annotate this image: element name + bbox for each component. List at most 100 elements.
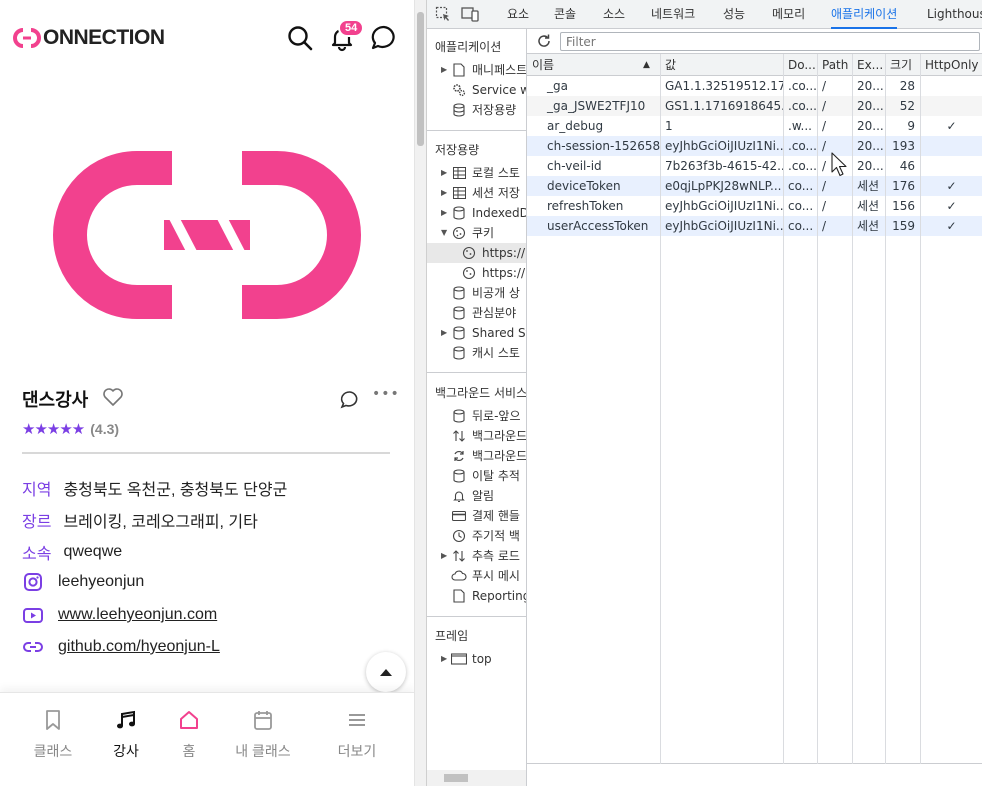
- sidebar-item-cache-storage[interactable]: 캐시 스토: [441, 343, 520, 363]
- sidebar-item-indexeddb[interactable]: ▶ IndexedD: [441, 203, 526, 223]
- bottom-nav: 클래스 강사 홈 내 클래스 더보기: [0, 692, 414, 786]
- sidebar-item-cookies[interactable]: ▼ 쿠키: [441, 223, 494, 243]
- sidebar-item-label: 푸시 메시: [472, 569, 520, 583]
- cell-name: _ga: [547, 79, 568, 93]
- nav-item-instructor[interactable]: 강사: [91, 707, 161, 761]
- sidebar-item-label: Shared St: [472, 326, 527, 340]
- sidebar-horizontal-scrollbar[interactable]: [427, 770, 526, 786]
- sidebar-item-speculative-loads[interactable]: ▶ 추측 로드: [441, 546, 520, 566]
- cell-httponly: [920, 156, 982, 176]
- filter-input[interactable]: [560, 32, 980, 51]
- sidebar-item-frame-top[interactable]: ▶ top: [441, 649, 492, 669]
- tab-application[interactable]: 애플리케이션: [831, 0, 898, 29]
- cell-expires: 20...: [857, 139, 884, 153]
- tab-network[interactable]: 네트워크: [651, 0, 695, 29]
- cookies-toolbar: [527, 29, 982, 54]
- sidebar-item-label: 뒤로-앞으: [472, 409, 521, 423]
- cell-httponly: ✓: [946, 119, 957, 133]
- brand-logo[interactable]: ONNECTION: [12, 26, 165, 50]
- devtools-tab-bar: 요소 콘솔 소스 네트워크 성능 메모리 애플리케이션 Lighthouse: [427, 0, 982, 29]
- sidebar-item-shared-storage[interactable]: ▶ Shared St: [441, 323, 527, 343]
- sidebar-item-background-fetch[interactable]: 백그라운드: [441, 426, 527, 446]
- sidebar-item-periodic-background-sync[interactable]: 주기적 백: [441, 526, 520, 546]
- sidebar-item-reporting-api[interactable]: Reporting: [441, 586, 526, 606]
- app-scrollbar[interactable]: [414, 0, 426, 786]
- sidebar-item-session-storage[interactable]: ▶ 세션 저장: [441, 183, 520, 203]
- cell-httponly: ✓: [946, 199, 957, 213]
- app-header: ONNECTION 54: [0, 0, 414, 78]
- sidebar-item-label: Service w: [472, 83, 527, 97]
- tab-memory[interactable]: 메모리: [772, 0, 805, 29]
- nav-item-more[interactable]: 더보기: [322, 707, 392, 761]
- cell-value: eyJhbGciOiJIUzI1Ni...: [665, 219, 783, 233]
- bookmark-icon: [18, 707, 88, 733]
- sidebar-item-label: 백그라운드: [472, 429, 527, 443]
- cookie-icon: [461, 265, 477, 281]
- tab-console[interactable]: 콘솔: [554, 0, 576, 29]
- cell-domain: co...: [788, 199, 814, 213]
- up-down-arrows-icon: [451, 548, 467, 564]
- scrollbar-thumb[interactable]: [417, 12, 424, 146]
- sidebar-item-interest-groups[interactable]: 관심분야: [441, 303, 516, 323]
- scrollbar-thumb[interactable]: [444, 774, 468, 782]
- sidebar-item-storage[interactable]: 저장용량: [441, 100, 516, 120]
- nav-item-home[interactable]: 홈: [154, 707, 224, 761]
- github-link[interactable]: github.com/hyeonjun-L: [58, 638, 220, 656]
- database-icon: [451, 102, 467, 118]
- tab-sources[interactable]: 소스: [603, 0, 625, 29]
- nav-item-my-class[interactable]: 내 클래스: [228, 707, 298, 761]
- search-icon[interactable]: [286, 24, 314, 52]
- column-header-size[interactable]: 크기: [885, 54, 920, 76]
- divider: [22, 452, 390, 454]
- sidebar-item-cookie-origin[interactable]: https://: [427, 243, 526, 263]
- youtube-link[interactable]: www.leehyeonjun.com: [58, 606, 217, 624]
- tab-lighthouse[interactable]: Lighthouse: [927, 0, 982, 29]
- refresh-icon[interactable]: [536, 33, 552, 52]
- sort-ascending-icon: ▲: [643, 60, 650, 70]
- inspect-element-icon[interactable]: [435, 6, 451, 25]
- cell-expires: 20...: [857, 119, 884, 133]
- tab-elements[interactable]: 요소: [507, 0, 529, 29]
- rating-stars: ★★★★★: [22, 420, 85, 438]
- column-header-expires[interactable]: Ex...: [852, 54, 885, 76]
- cell-size: 176: [892, 179, 915, 193]
- nav-item-class[interactable]: 클래스: [18, 707, 88, 761]
- github-row[interactable]: github.com/hyeonjun-L: [22, 636, 220, 658]
- bell-icon: [451, 488, 467, 504]
- sidebar-item-bfcache[interactable]: 뒤로-앞으: [441, 406, 521, 426]
- affiliation-row: 소속 qweqwe: [22, 540, 122, 564]
- sidebar-item-local-storage[interactable]: ▶ 로컬 스토: [441, 163, 520, 183]
- cell-path: /: [822, 199, 827, 213]
- heart-icon[interactable]: [102, 386, 124, 412]
- sidebar-item-payment-handler[interactable]: 결제 핸들: [441, 506, 520, 526]
- cell-value: 1: [665, 119, 673, 133]
- column-header-domain[interactable]: Do...: [783, 54, 817, 76]
- column-header-name[interactable]: 이름 ▲: [527, 54, 660, 76]
- cell-value: 7b263f3b-4615-42...: [665, 159, 783, 173]
- tab-performance[interactable]: 성능: [723, 0, 745, 29]
- sidebar-item-bounce-tracking[interactable]: 이탈 추적: [441, 466, 520, 486]
- chat-icon[interactable]: [370, 24, 398, 52]
- sidebar-item-service-worker[interactable]: Service w: [441, 80, 527, 100]
- nav-label: 강사: [113, 743, 139, 759]
- brand-name: ONNECTION: [43, 26, 165, 49]
- column-header-value[interactable]: 값: [660, 54, 783, 76]
- sidebar-item-manifest[interactable]: ▶ 매니페스트: [441, 60, 526, 80]
- sidebar-item-push-messaging[interactable]: 푸시 메시: [441, 566, 520, 586]
- youtube-row[interactable]: www.leehyeonjun.com: [22, 604, 217, 626]
- column-header-path[interactable]: Path: [817, 54, 852, 76]
- scroll-to-top-button[interactable]: [366, 652, 406, 692]
- cell-expires: 20...: [857, 99, 884, 113]
- sidebar-item-private-state[interactable]: 비공개 상: [441, 283, 520, 303]
- device-toolbar-icon[interactable]: [461, 6, 479, 25]
- sidebar-item-background-sync[interactable]: 백그라운드: [441, 446, 526, 466]
- column-header-httponly[interactable]: HttpOnly: [920, 54, 982, 76]
- cell-size: 193: [892, 139, 915, 153]
- sidebar-item-cookie-origin[interactable]: https://: [461, 263, 525, 283]
- cell-expires: 세션: [857, 179, 880, 193]
- sidebar-item-notifications[interactable]: 알림: [441, 486, 494, 506]
- genre-label: 장르: [22, 514, 52, 531]
- more-options-icon[interactable]: •••: [372, 386, 400, 402]
- instagram-row[interactable]: leehyeonjun: [22, 571, 144, 593]
- comment-icon[interactable]: [340, 390, 360, 414]
